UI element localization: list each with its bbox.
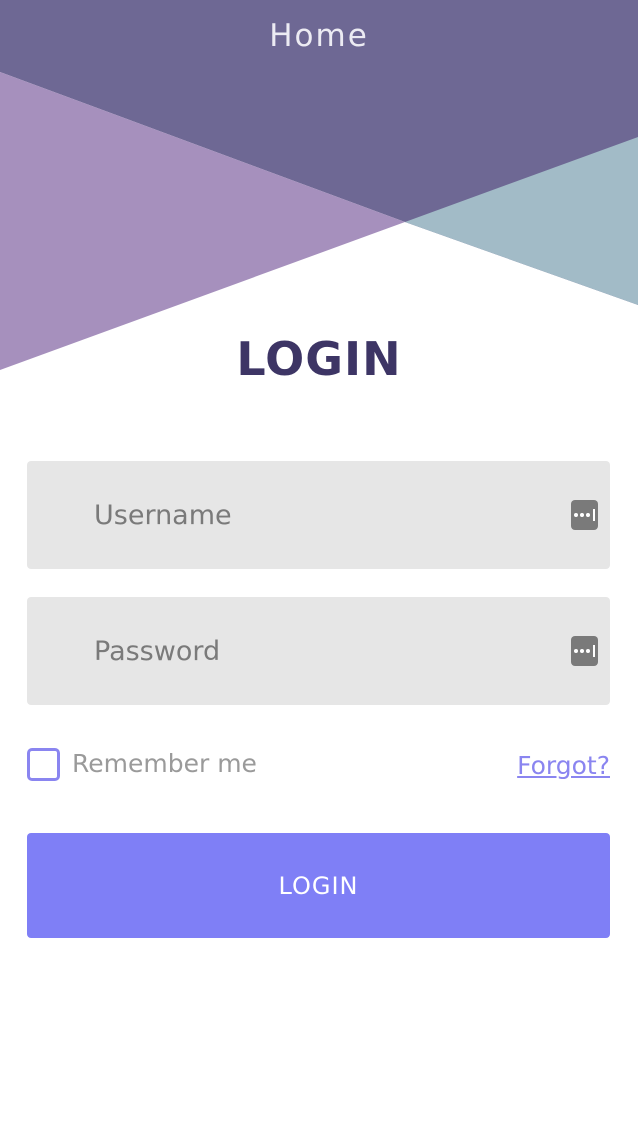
remember-checkbox[interactable] — [27, 748, 60, 781]
password-input[interactable] — [27, 597, 610, 705]
password-manager-icon[interactable] — [571, 636, 598, 666]
remember-row: Remember me Forgot? — [27, 747, 610, 787]
forgot-password-link[interactable]: Forgot? — [517, 751, 610, 780]
nav-title: Home — [269, 18, 369, 54]
page-title: LOGIN — [236, 332, 402, 386]
login-button[interactable]: LOGIN — [27, 833, 610, 938]
username-field — [27, 461, 610, 569]
password-manager-icon[interactable] — [571, 500, 598, 530]
username-input[interactable] — [27, 461, 610, 569]
password-field — [27, 597, 610, 705]
remember-label[interactable]: Remember me — [72, 749, 257, 778]
header-background — [0, 0, 638, 370]
